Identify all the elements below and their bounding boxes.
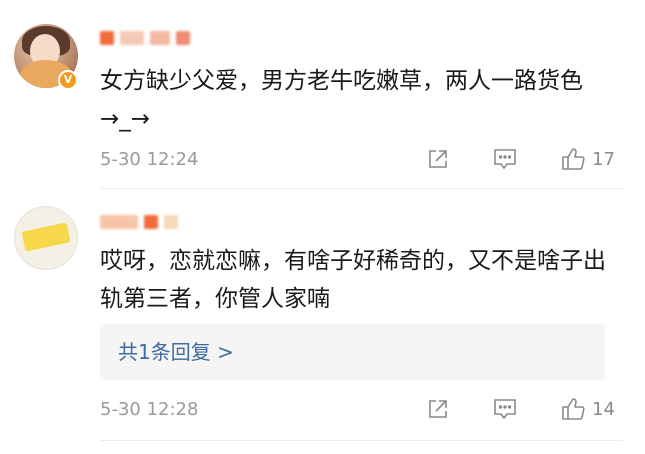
username-blur-block — [176, 31, 190, 45]
comment-actions: 17 — [426, 146, 615, 172]
share-button[interactable] — [426, 147, 450, 171]
username-blur-block — [144, 215, 158, 229]
divider — [100, 188, 623, 189]
like-button[interactable]: 14 — [560, 396, 615, 422]
like-count: 17 — [592, 148, 615, 170]
divider — [100, 440, 623, 441]
reply-summary-link[interactable]: 共1条回复 > — [100, 324, 605, 380]
comment-item-1: V 女方缺少父爱，男方老牛吃嫩草，两人一路货色→_→ 5-30 12:24 17 — [0, 0, 645, 188]
username-blur-block — [120, 31, 144, 45]
thumbs-up-icon — [562, 148, 585, 170]
comment-icon — [494, 149, 516, 170]
avatar-sticker — [21, 222, 71, 252]
comment-text: 哎呀，恋就恋嘛，有啥子好稀奇的，又不是啥子出轨第三者，你管人家喃 — [100, 248, 606, 312]
comment-meta: 5-30 12:28 14 — [100, 396, 615, 422]
username-blur-block — [164, 215, 178, 229]
comment-timestamp: 5-30 12:28 — [100, 398, 199, 420]
comment-icon — [494, 399, 516, 420]
comment-meta: 5-30 12:24 17 — [100, 146, 615, 172]
reply-button[interactable] — [492, 397, 518, 421]
username-blur-block — [100, 215, 138, 229]
like-count: 14 — [592, 398, 615, 420]
username-blur-block — [100, 31, 114, 45]
share-icon — [429, 400, 447, 418]
verified-badge-icon: V — [58, 70, 78, 90]
comment-item-2: 哎呀，恋就恋嘛，有啥子好稀奇的，又不是啥子出轨第三者，你管人家喃 共1条回复 >… — [0, 190, 645, 454]
username-blur-block — [150, 31, 170, 45]
reply-button[interactable] — [492, 147, 518, 171]
share-icon — [429, 150, 447, 168]
comment-timestamp: 5-30 12:24 — [100, 148, 199, 170]
share-button[interactable] — [426, 397, 450, 421]
username-blurred[interactable] — [100, 214, 178, 230]
avatar[interactable] — [14, 206, 78, 270]
like-button[interactable]: 17 — [560, 146, 615, 172]
thumbs-up-icon — [562, 398, 585, 420]
comment-actions: 14 — [426, 396, 615, 422]
comment-text: 女方缺少父爱，男方老牛吃嫩草，两人一路货色→_→ — [100, 68, 583, 132]
username-blurred[interactable] — [100, 30, 190, 46]
